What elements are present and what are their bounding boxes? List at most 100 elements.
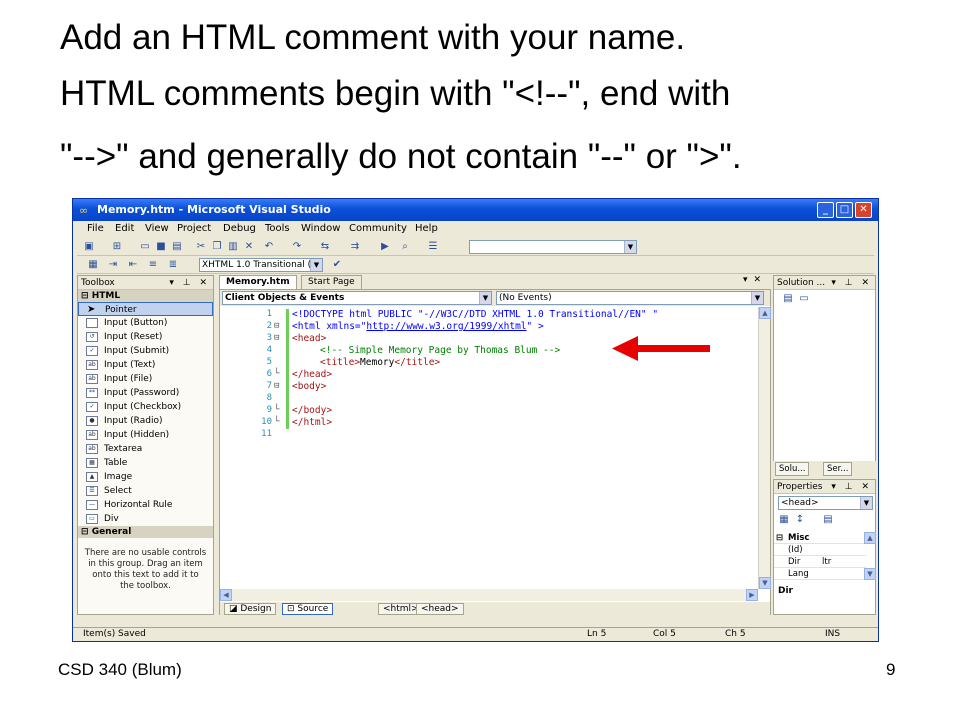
menu-window[interactable]: Window	[301, 223, 340, 234]
panel-controls[interactable]: ▾ ⊥ ✕	[169, 276, 210, 290]
menu-debug[interactable]: Debug	[223, 223, 256, 234]
tool-textarea[interactable]: ab Textarea	[78, 442, 213, 456]
tool-table[interactable]: ▦ Table	[78, 456, 213, 470]
scroll-down-icon[interactable]: ▼	[759, 577, 771, 589]
property-value[interactable]: ltr	[822, 556, 831, 568]
tool-input-file[interactable]: ab Input (File)	[78, 372, 213, 386]
find-in-files-icon[interactable]: ☰	[427, 241, 439, 253]
open-folder-icon[interactable]: ▭	[139, 241, 151, 253]
tool-pointer[interactable]: ➤ Pointer	[78, 302, 213, 316]
alphabetical-icon[interactable]: ↕	[794, 514, 806, 526]
tool-input-password[interactable]: ** Input (Password)	[78, 386, 213, 400]
copy-icon[interactable]: ❐	[211, 241, 223, 253]
source-view-button[interactable]: ⊡ Source	[282, 603, 334, 615]
outdent-icon[interactable]: ⇤	[127, 259, 139, 271]
horizontal-scrollbar[interactable]: ◀ ▶	[220, 589, 758, 601]
tool-input-text[interactable]: ab Input (Text)	[78, 358, 213, 372]
chevron-down-icon[interactable]: ▼	[479, 292, 491, 304]
uncomment-icon[interactable]: ≣	[167, 259, 179, 271]
new-project-icon[interactable]: ▣	[83, 241, 95, 253]
properties-object-combo[interactable]: <head> ▼	[778, 496, 873, 510]
tab-start-page[interactable]: Start Page	[301, 275, 362, 289]
maximize-button[interactable]: □	[836, 202, 853, 218]
panel-controls[interactable]: ▾ ⊥ ✕	[831, 480, 872, 494]
property-pages-icon[interactable]: ▤	[822, 514, 834, 526]
tool-input-radio[interactable]: ● Input (Radio)	[78, 414, 213, 428]
tool-label: Horizontal Rule	[104, 500, 173, 510]
format-icon[interactable]: ▦	[87, 259, 99, 271]
tool-image[interactable]: ▲ Image	[78, 470, 213, 484]
tool-horizontal-rule[interactable]: — Horizontal Rule	[78, 498, 213, 512]
collapse-icon[interactable]: ⊟	[274, 333, 279, 343]
add-item-icon[interactable]: ⊞	[111, 241, 123, 253]
menu-project[interactable]: Project	[177, 223, 211, 234]
file-icon: ab	[86, 373, 98, 384]
undo-icon[interactable]: ↶	[263, 241, 275, 253]
collapse-icon[interactable]: ⊟	[274, 321, 279, 331]
cut-icon[interactable]: ✂	[195, 241, 207, 253]
save-all-icon[interactable]: ▤	[171, 241, 183, 253]
tool-input-checkbox[interactable]: ✓ Input (Checkbox)	[78, 400, 213, 414]
client-objects-combo[interactable]: Client Objects & Events ▼	[222, 291, 492, 305]
design-view-button[interactable]: ◪ Design	[224, 603, 277, 615]
tag-head-button[interactable]: <head>	[416, 603, 464, 615]
chevron-down-icon[interactable]: ▼	[860, 497, 872, 509]
chevron-down-icon[interactable]: ▼	[310, 259, 322, 271]
window-titlebar[interactable]: ∞ Memory.htm - Microsoft Visual Studio _…	[73, 199, 878, 221]
collapse-icon[interactable]: ⊟	[274, 381, 279, 391]
toolbox-group-general[interactable]: ⊟ General	[78, 526, 213, 538]
menu-help[interactable]: Help	[415, 223, 438, 234]
categorized-icon[interactable]: ▦	[778, 514, 790, 526]
menu-view[interactable]: View	[145, 223, 169, 234]
group-general-label: General	[91, 527, 132, 537]
toolbox-group-html[interactable]: ⊟ HTML	[78, 290, 213, 302]
menu-file[interactable]: File	[87, 223, 104, 234]
navigate-icon[interactable]: ⇆	[319, 241, 331, 253]
comment-icon[interactable]: ≡	[147, 259, 159, 271]
tab-memory-htm[interactable]: Memory.htm	[219, 275, 297, 289]
tool-div[interactable]: ▭ Div	[78, 512, 213, 526]
find-icon[interactable]: ⌕	[399, 241, 411, 253]
save-icon[interactable]: ■	[155, 241, 167, 253]
indent-icon[interactable]: ⇥	[107, 259, 119, 271]
validation-schema-combo[interactable]: XHTML 1.0 Transitional (▼	[199, 258, 323, 272]
redo-icon[interactable]: ↷	[291, 241, 303, 253]
close-button[interactable]: ✕	[855, 202, 872, 218]
tool-input-hidden[interactable]: ab Input (Hidden)	[78, 428, 213, 442]
panel-controls[interactable]: ▾ ⊥ ✕	[831, 276, 872, 290]
nav-forward-icon[interactable]: ⇉	[349, 241, 361, 253]
menu-tools[interactable]: Tools	[265, 223, 290, 234]
events-combo[interactable]: (No Events) ▼	[496, 291, 764, 305]
property-row-id[interactable]: (Id)	[774, 544, 866, 556]
scroll-down-icon[interactable]: ▼	[864, 568, 876, 580]
menu-community[interactable]: Community	[349, 223, 407, 234]
minimize-button[interactable]: _	[817, 202, 834, 218]
vertical-scrollbar[interactable]: ▲ ▼	[758, 307, 771, 589]
menu-edit[interactable]: Edit	[115, 223, 134, 234]
start-icon[interactable]: ▶	[379, 241, 391, 253]
tool-input-reset[interactable]: ↺ Input (Reset)	[78, 330, 213, 344]
delete-icon[interactable]: ✕	[243, 241, 255, 253]
tab-controls[interactable]: ▾✕	[743, 275, 767, 285]
tool-select[interactable]: ☰ Select	[78, 484, 213, 498]
tab-solution-explorer[interactable]: Solu...	[775, 462, 810, 476]
scroll-right-icon[interactable]: ▶	[746, 589, 758, 601]
property-category-misc[interactable]: ⊟ Misc	[774, 532, 866, 544]
tool-input-submit[interactable]: ✓ Input (Submit)	[78, 344, 213, 358]
tab-server-explorer[interactable]: Ser...	[823, 462, 853, 476]
find-combo[interactable]: ▼	[469, 240, 637, 254]
show-files-icon[interactable]: ▭	[798, 293, 810, 305]
scroll-up-icon[interactable]: ▲	[864, 532, 876, 544]
chevron-down-icon[interactable]: ▼	[624, 241, 636, 253]
check-accessibility-icon[interactable]: ✔	[331, 259, 343, 271]
scroll-left-icon[interactable]: ◀	[220, 589, 232, 601]
code-link[interactable]: http://www.w3.org/1999/xhtml	[366, 321, 526, 332]
properties-icon[interactable]: ▤	[782, 293, 794, 305]
property-row-lang[interactable]: Lang	[774, 568, 866, 580]
property-row-dir[interactable]: Dir ltr	[774, 556, 866, 568]
collapse-icon[interactable]: ⊟	[776, 532, 783, 544]
scroll-up-icon[interactable]: ▲	[759, 307, 771, 319]
paste-icon[interactable]: ▥	[227, 241, 239, 253]
chevron-down-icon[interactable]: ▼	[751, 292, 763, 304]
tool-input-button[interactable]: Input (Button)	[78, 316, 213, 330]
